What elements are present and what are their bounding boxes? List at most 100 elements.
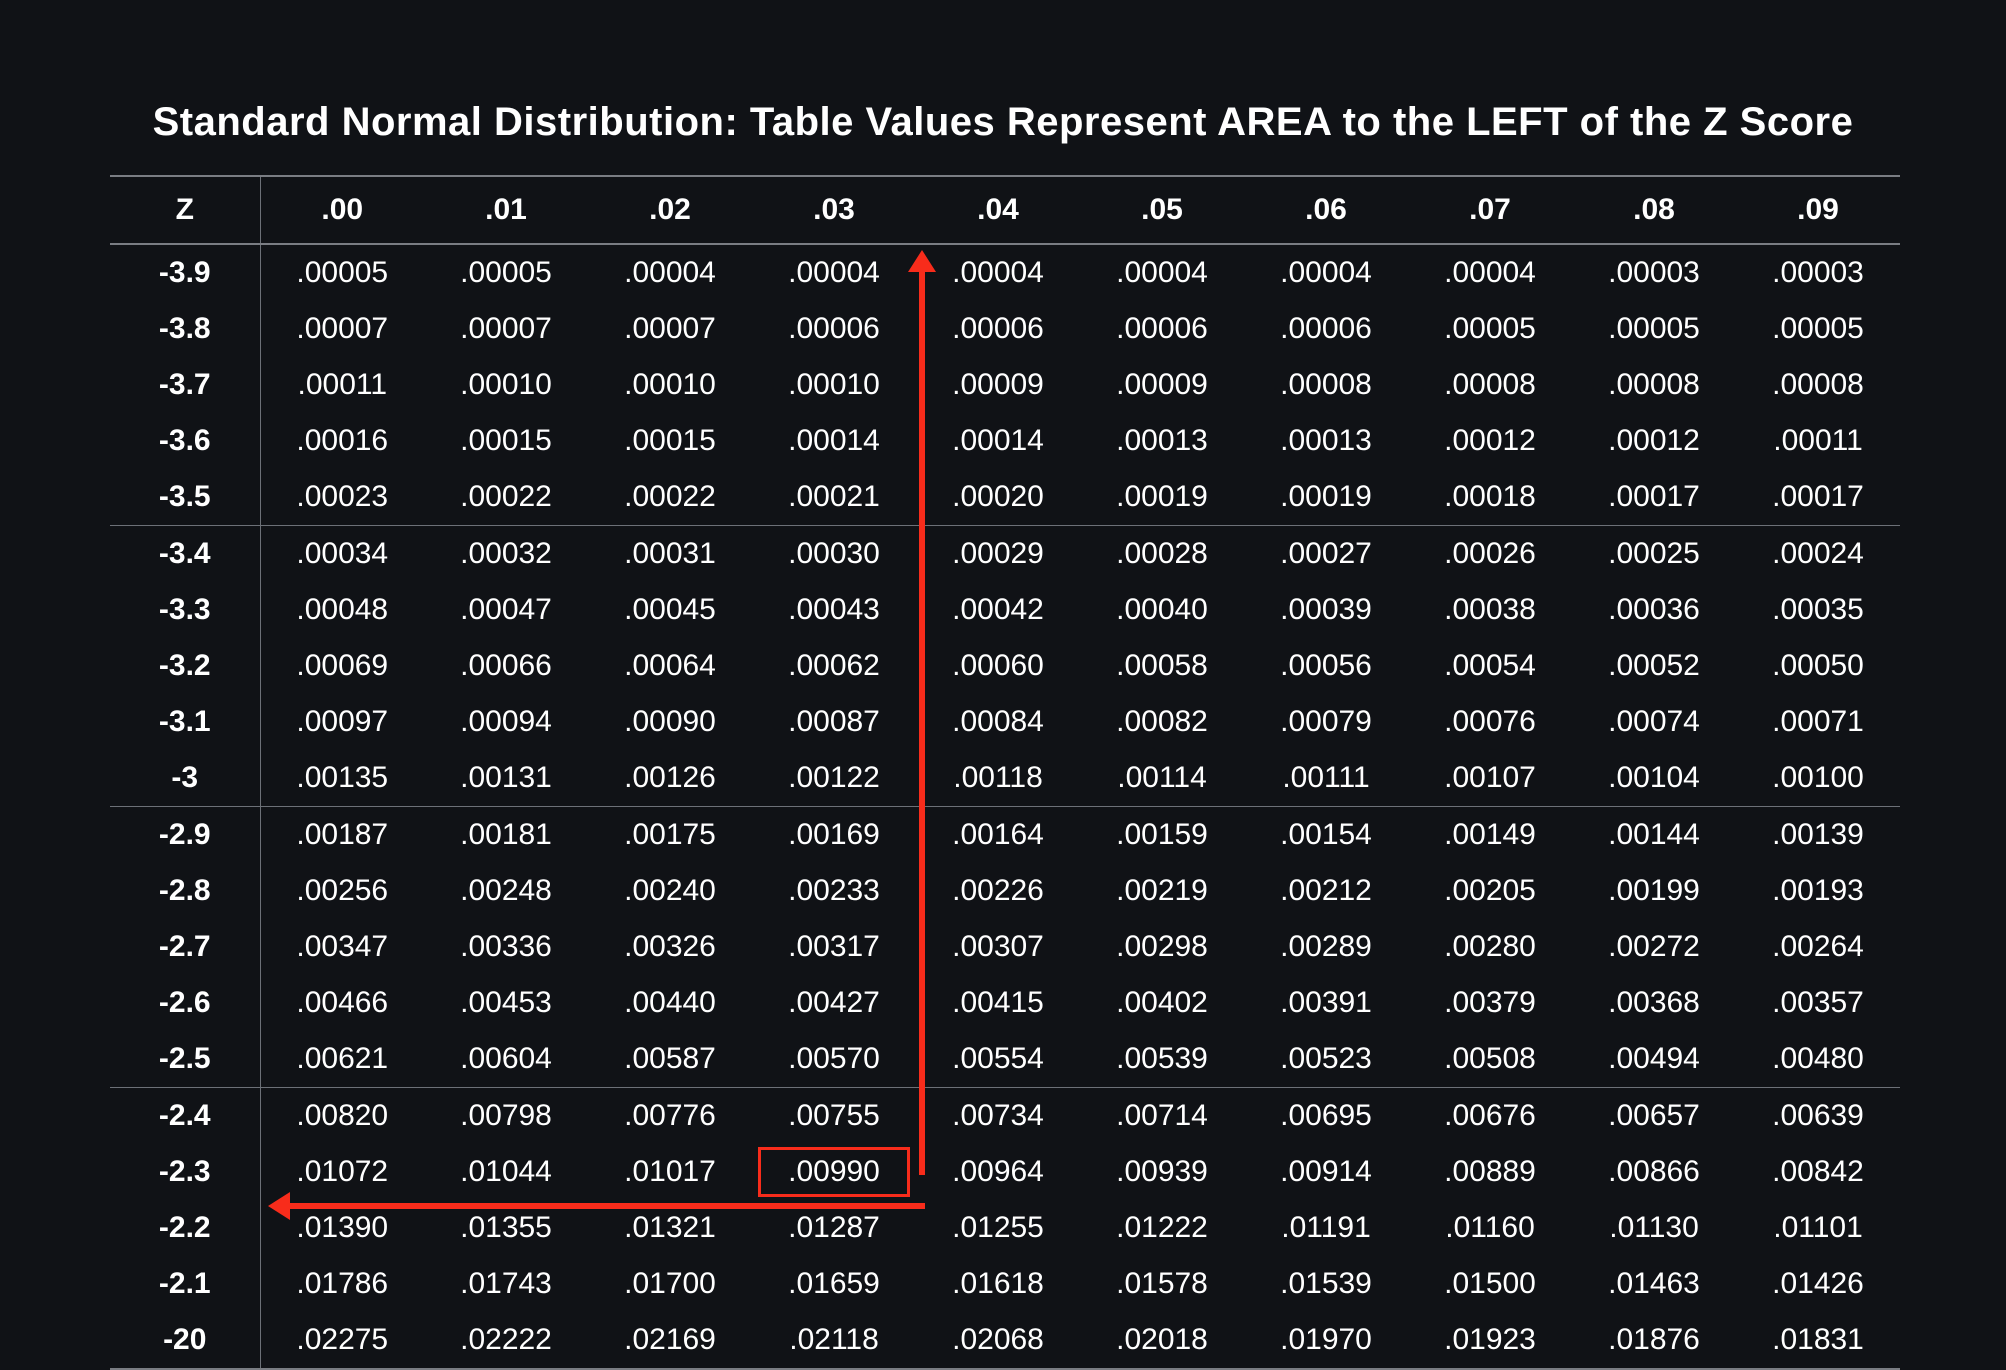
cell-value: .00379 <box>1408 975 1572 1031</box>
cell-value: .00005 <box>424 244 588 301</box>
cell-value: .00008 <box>1572 357 1736 413</box>
cell-value: .00264 <box>1736 919 1900 975</box>
cell-value: .00011 <box>260 357 424 413</box>
table-row: -3.9.00005.00005.00004.00004.00004.00004… <box>110 244 1900 301</box>
cell-value: .00004 <box>916 244 1080 301</box>
table-row: -3.00135.00131.00126.00122.00118.00114.0… <box>110 750 1900 807</box>
cell-value: .00019 <box>1080 469 1244 526</box>
table-row: -2.9.00187.00181.00175.00169.00164.00159… <box>110 807 1900 864</box>
cell-value: .02222 <box>424 1312 588 1369</box>
cell-value: .01500 <box>1408 1256 1572 1312</box>
table-row: -3.4.00034.00032.00031.00030.00029.00028… <box>110 526 1900 583</box>
cell-value: .01017 <box>588 1144 752 1200</box>
row-header-z: -2.4 <box>110 1088 260 1145</box>
cell-value: .00104 <box>1572 750 1736 807</box>
cell-value: .00019 <box>1244 469 1408 526</box>
col-header: .05 <box>1080 176 1244 244</box>
cell-value: .00024 <box>1736 526 1900 583</box>
cell-value: .00007 <box>424 301 588 357</box>
cell-value: .00714 <box>1080 1088 1244 1145</box>
cell-value: .00034 <box>260 526 424 583</box>
row-header-z: -2.1 <box>110 1256 260 1312</box>
cell-value: .00084 <box>916 694 1080 750</box>
cell-value: .00079 <box>1244 694 1408 750</box>
cell-value: .00402 <box>1080 975 1244 1031</box>
col-header: .07 <box>1408 176 1572 244</box>
cell-value: .00226 <box>916 863 1080 919</box>
cell-value: .00008 <box>1244 357 1408 413</box>
cell-value: .00035 <box>1736 582 1900 638</box>
table-row: -2.6.00466.00453.00440.00427.00415.00402… <box>110 975 1900 1031</box>
cell-value: .00175 <box>588 807 752 864</box>
cell-value: .02118 <box>752 1312 916 1369</box>
row-header-z: -20 <box>110 1312 260 1369</box>
cell-value: .00798 <box>424 1088 588 1145</box>
cell-value: .00219 <box>1080 863 1244 919</box>
cell-value: .00272 <box>1572 919 1736 975</box>
row-header-z: -3.1 <box>110 694 260 750</box>
cell-value: .00639 <box>1736 1088 1900 1145</box>
cell-value: .00453 <box>424 975 588 1031</box>
cell-value: .00205 <box>1408 863 1572 919</box>
table-row: -2.3.01072.01044.01017.00990.00964.00939… <box>110 1144 1900 1200</box>
cell-value: .00094 <box>424 694 588 750</box>
cell-value: .00193 <box>1736 863 1900 919</box>
cell-value: .00014 <box>752 413 916 469</box>
cell-value: .00020 <box>916 469 1080 526</box>
cell-value: .00042 <box>916 582 1080 638</box>
row-header-z: -2.3 <box>110 1144 260 1200</box>
cell-value: .00126 <box>588 750 752 807</box>
cell-value: .00010 <box>424 357 588 413</box>
cell-value: .01831 <box>1736 1312 1900 1369</box>
cell-value: .00074 <box>1572 694 1736 750</box>
cell-value: .00820 <box>260 1088 424 1145</box>
col-header: .09 <box>1736 176 1900 244</box>
cell-value: .00021 <box>752 469 916 526</box>
cell-value: .00570 <box>752 1031 916 1088</box>
row-header-z: -3.3 <box>110 582 260 638</box>
cell-value: .00004 <box>1244 244 1408 301</box>
cell-value: .00111 <box>1244 750 1408 807</box>
cell-value: .00317 <box>752 919 916 975</box>
row-header-z: -3.4 <box>110 526 260 583</box>
cell-value: .01101 <box>1736 1200 1900 1256</box>
cell-value: .00131 <box>424 750 588 807</box>
cell-value: .00010 <box>752 357 916 413</box>
cell-value: .00357 <box>1736 975 1900 1031</box>
cell-value: .02275 <box>260 1312 424 1369</box>
cell-value: .00043 <box>752 582 916 638</box>
cell-value: .01390 <box>260 1200 424 1256</box>
cell-value: .00011 <box>1736 413 1900 469</box>
table-row: -2.8.00256.00248.00240.00233.00226.00219… <box>110 863 1900 919</box>
table-row: -3.2.00069.00066.00064.00062.00060.00058… <box>110 638 1900 694</box>
cell-value: .00298 <box>1080 919 1244 975</box>
cell-value: .01160 <box>1408 1200 1572 1256</box>
cell-value: .00010 <box>588 357 752 413</box>
cell-value: .00023 <box>260 469 424 526</box>
cell-value: .00122 <box>752 750 916 807</box>
cell-value: .00082 <box>1080 694 1244 750</box>
cell-value: .00144 <box>1572 807 1736 864</box>
cell-value: .00004 <box>1080 244 1244 301</box>
cell-value: .00069 <box>260 638 424 694</box>
cell-value: .00045 <box>588 582 752 638</box>
cell-value: .00028 <box>1080 526 1244 583</box>
cell-value: .00062 <box>752 638 916 694</box>
cell-value: .00139 <box>1736 807 1900 864</box>
row-header-z: -2.5 <box>110 1031 260 1088</box>
cell-value: .00508 <box>1408 1031 1572 1088</box>
cell-value: .00012 <box>1572 413 1736 469</box>
cell-value: .01876 <box>1572 1312 1736 1369</box>
cell-value: .00008 <box>1736 357 1900 413</box>
cell-value: .00004 <box>588 244 752 301</box>
cell-value: .01618 <box>916 1256 1080 1312</box>
cell-value: .02018 <box>1080 1312 1244 1369</box>
cell-value: .01970 <box>1244 1312 1408 1369</box>
cell-value: .00336 <box>424 919 588 975</box>
cell-value: .00005 <box>260 244 424 301</box>
cell-value: .00013 <box>1244 413 1408 469</box>
cell-value: .00007 <box>588 301 752 357</box>
cell-value: .01923 <box>1408 1312 1572 1369</box>
cell-value: .00466 <box>260 975 424 1031</box>
cell-value: .00029 <box>916 526 1080 583</box>
